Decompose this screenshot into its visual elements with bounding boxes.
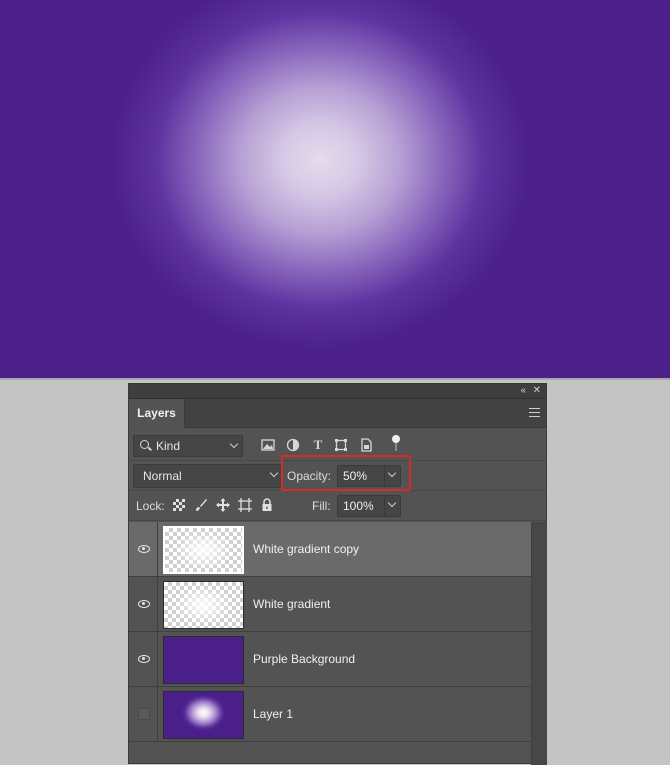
layer-thumbnail[interactable] [163, 691, 244, 739]
shape-filter-icon[interactable] [334, 438, 348, 452]
layer-name[interactable]: Layer 1 [253, 707, 293, 721]
search-icon [140, 440, 149, 449]
lock-image-icon[interactable] [194, 498, 208, 512]
layer-name[interactable]: Purple Background [253, 652, 355, 666]
blend-mode-value: Normal [143, 469, 182, 483]
layer-name[interactable]: White gradient [253, 597, 330, 611]
visibility-toggle[interactable] [129, 522, 158, 576]
tab-layers[interactable]: Layers [129, 399, 185, 428]
document-canvas[interactable] [0, 0, 670, 378]
chevron-down-icon [269, 468, 279, 478]
eye-icon [138, 600, 150, 608]
layer-thumbnail[interactable] [163, 636, 244, 684]
eye-icon [138, 545, 150, 553]
chevron-down-icon [387, 498, 397, 508]
image-filter-icon[interactable] [261, 438, 275, 452]
opacity-highlight-box [281, 455, 411, 491]
fill-value: 100% [343, 499, 374, 513]
blend-mode-select[interactable]: Normal [133, 464, 283, 488]
lock-all-icon[interactable] [260, 498, 274, 512]
type-filter-icon[interactable]: T [311, 438, 325, 452]
layer-row[interactable]: Purple Background [129, 632, 531, 687]
visibility-toggle[interactable] [129, 577, 158, 631]
fill-label: Fill: [312, 499, 331, 513]
layer-row[interactable]: White gradient copy [129, 522, 531, 577]
close-panel-icon[interactable]: ✕ [533, 385, 541, 397]
layers-panel: « ✕ Layers Kind T Normal Opacity: 50% Lo… [128, 383, 547, 765]
panel-menu-icon[interactable] [529, 408, 540, 417]
layer-row[interactable]: Layer 1 [129, 687, 531, 742]
layer-thumbnail[interactable] [163, 526, 244, 574]
hidden-visibility-box [138, 708, 150, 720]
eye-icon [138, 655, 150, 663]
lock-row: Lock: Fill: 100% [129, 491, 546, 521]
adjustment-filter-icon[interactable] [286, 438, 300, 452]
fill-dropdown-button[interactable] [384, 496, 400, 516]
visibility-toggle[interactable] [129, 632, 158, 686]
lock-position-icon[interactable] [216, 498, 230, 512]
lock-artboard-icon[interactable] [238, 498, 252, 512]
collapse-panel-icon[interactable]: « [520, 385, 526, 397]
fill-input[interactable]: 100% [337, 495, 401, 517]
panel-title-bar[interactable]: « ✕ [129, 384, 546, 399]
filter-kind-label: Kind [156, 439, 181, 453]
panel-tab-bar: Layers [129, 399, 546, 428]
filter-toggle-icon[interactable] [389, 434, 403, 451]
chevron-down-icon [229, 439, 239, 449]
layer-list: White gradient copy White gradient Purpl… [129, 522, 531, 765]
layer-row[interactable]: White gradient [129, 577, 531, 632]
layer-name[interactable]: White gradient copy [253, 542, 359, 556]
smart-object-filter-icon[interactable] [359, 438, 373, 452]
layer-thumbnail[interactable] [163, 581, 244, 629]
visibility-toggle[interactable] [129, 687, 158, 741]
lock-label: Lock: [136, 499, 165, 513]
lock-transparent-icon[interactable] [172, 498, 186, 512]
filter-kind-select[interactable]: Kind [133, 435, 243, 457]
layer-list-scrollbar[interactable] [531, 522, 547, 765]
canvas-divider [0, 378, 670, 380]
